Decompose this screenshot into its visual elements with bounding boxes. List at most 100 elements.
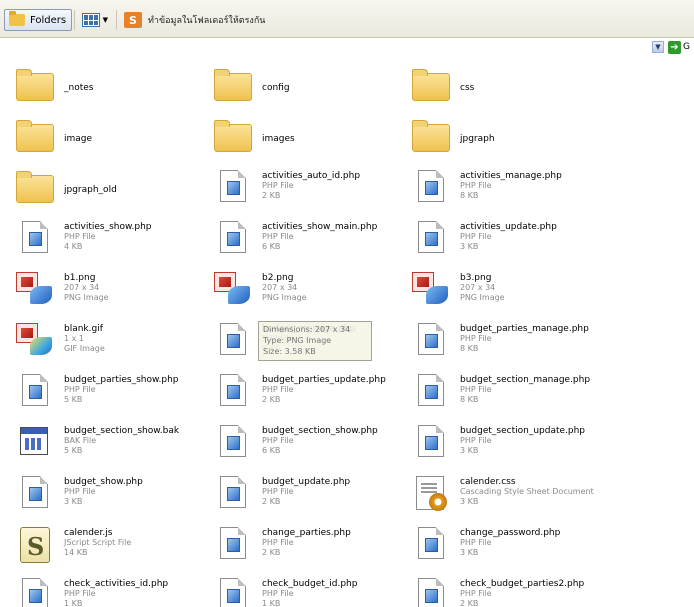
item-size: 2 KB xyxy=(262,395,281,404)
address-bar: ▼ ➔ G xyxy=(0,38,694,56)
views-button[interactable]: ▼ xyxy=(78,9,112,31)
file-item[interactable]: activities_manage.php PHP File 8 KB xyxy=(410,168,562,212)
item-name: jpgraph_old xyxy=(64,185,117,195)
item-size: 2 KB xyxy=(262,497,281,506)
item-icon-wrap xyxy=(410,168,454,212)
item-text: budget_parties_update.php PHP File 2 KB xyxy=(262,375,386,405)
sync-folders-label: ทำข้อมูลในโฟลเดอร์ให้ตรงกัน xyxy=(148,16,266,26)
file-item[interactable]: b2.png 207 x 34 PNG Image xyxy=(212,270,307,314)
item-size: PNG Image xyxy=(262,293,307,302)
png-image-icon xyxy=(412,272,450,306)
item-type: PHP File xyxy=(64,487,96,496)
item-icon-wrap xyxy=(212,168,256,212)
file-item[interactable]: budget_section_update.php PHP File 3 KB xyxy=(410,423,585,467)
item-type: PHP File xyxy=(64,385,96,394)
item-name: budget_parties_show.php xyxy=(64,375,179,385)
item-name: budget_section_show.php xyxy=(262,426,378,436)
item-text: _notes xyxy=(64,83,93,93)
folder-item[interactable]: config xyxy=(212,66,290,110)
file-item[interactable]: activities_update.php PHP File 3 KB xyxy=(410,219,557,263)
item-size: GIF Image xyxy=(64,344,105,353)
views-grid-icon xyxy=(82,13,100,27)
file-item[interactable]: activities_show_main.php PHP File 6 KB xyxy=(212,219,377,263)
item-size: 6 KB xyxy=(262,242,281,251)
php-file-icon xyxy=(220,425,246,457)
php-file-icon xyxy=(220,374,246,406)
item-text: config xyxy=(262,83,290,93)
item-size: 8 KB xyxy=(460,395,479,404)
file-item[interactable]: budget_section_manage.php PHP File 8 KB xyxy=(410,372,590,416)
file-item[interactable]: check_budget_id.php PHP File 1 KB xyxy=(212,576,357,607)
tooltip-size: Size: 3.58 KB xyxy=(263,347,316,356)
go-arrow-icon: ➔ xyxy=(668,40,681,54)
item-name: budget_update.php xyxy=(262,477,351,487)
go-button[interactable]: ➔ G xyxy=(668,40,694,54)
item-size: 8 KB xyxy=(460,344,479,353)
folder-item[interactable]: jpgraph_old xyxy=(14,168,117,212)
file-item[interactable]: budget_show.php PHP File 3 KB xyxy=(14,474,143,518)
item-text: budget_section_show.php PHP File 6 KB xyxy=(262,426,378,456)
item-name: b3.png xyxy=(460,273,492,283)
php-file-icon xyxy=(22,476,48,508)
item-icon-wrap xyxy=(410,372,454,416)
file-item[interactable]: activities_show.php PHP File 4 KB xyxy=(14,219,152,263)
folder-item[interactable]: image xyxy=(14,117,92,161)
folder-item[interactable]: images xyxy=(212,117,295,161)
file-item[interactable]: activities_auto_id.php PHP File 2 KB xyxy=(212,168,360,212)
address-dropdown-button[interactable]: ▼ xyxy=(652,41,664,53)
file-item[interactable]: b3.png 207 x 34 PNG Image xyxy=(410,270,505,314)
item-type: PHP File xyxy=(460,589,492,598)
item-text: images xyxy=(262,134,295,144)
item-text: jpgraph_old xyxy=(64,185,117,195)
item-size: 14 KB xyxy=(64,548,88,557)
item-icon-wrap xyxy=(410,576,454,607)
folders-button[interactable]: Folders xyxy=(4,9,72,31)
file-item[interactable]: budget_parties_update.php PHP File 2 KB xyxy=(212,372,386,416)
item-name: budget_section_show.bak xyxy=(64,426,180,436)
folder-item[interactable]: _notes xyxy=(14,66,93,110)
item-icon-wrap xyxy=(212,423,256,467)
item-type: Cascading Style Sheet Document xyxy=(460,487,594,496)
file-item[interactable]: change_password.php PHP File 3 KB xyxy=(410,525,560,569)
file-item[interactable]: check_budget_parties2.php PHP File 2 KB xyxy=(410,576,584,607)
item-icon-wrap xyxy=(14,168,58,212)
php-file-icon xyxy=(418,221,444,253)
php-file-icon xyxy=(220,527,246,559)
file-item[interactable]: budget_parties_manage.php PHP File 8 KB xyxy=(410,321,589,365)
item-icon-wrap xyxy=(14,372,58,416)
item-text: activities_manage.php PHP File 8 KB xyxy=(460,171,562,201)
file-item[interactable]: budget_section_show.bak BAK File 5 KB xyxy=(14,423,179,467)
item-text: activities_auto_id.php PHP File 2 KB xyxy=(262,171,360,201)
file-item[interactable]: calender.css Cascading Style Sheet Docume… xyxy=(410,474,594,518)
file-item[interactable]: b1.png 207 x 34 PNG Image xyxy=(14,270,109,314)
item-name: budget_parties_manage.php xyxy=(460,324,589,334)
file-item[interactable]: change_parties.php PHP File 2 KB xyxy=(212,525,351,569)
php-file-icon xyxy=(418,374,444,406)
item-name: activities_manage.php xyxy=(460,171,562,181)
file-item[interactable]: budget_update.php PHP File 2 KB xyxy=(212,474,350,518)
item-size: 2 KB xyxy=(460,599,479,607)
item-type: 207 x 34 xyxy=(64,283,100,292)
item-type: PHP File xyxy=(262,181,294,190)
tooltip-type: Type: PNG Image xyxy=(263,336,332,345)
file-item[interactable]: check_activities_id.php PHP File 1 KB xyxy=(14,576,168,607)
folder-icon xyxy=(16,120,54,152)
item-text: check_activities_id.php PHP File 1 KB xyxy=(64,579,168,607)
item-type: 207 x 34 xyxy=(460,283,496,292)
item-size: 1 KB xyxy=(64,599,83,607)
item-icon-wrap xyxy=(212,66,256,110)
item-name: jpgraph xyxy=(460,134,495,144)
file-item[interactable]: blank.gif 1 x 1 GIF Image xyxy=(14,321,105,365)
file-item[interactable]: budget_parties_show.php PHP File 5 KB xyxy=(14,372,179,416)
item-icon-wrap xyxy=(212,117,256,161)
php-file-icon xyxy=(220,323,246,355)
folder-item[interactable]: css xyxy=(410,66,474,110)
php-file-icon xyxy=(22,221,48,253)
sync-folders-button[interactable]: S ทำข้อมูลในโฟลเดอร์ให้ตรงกัน xyxy=(120,9,280,31)
folder-item[interactable]: jpgraph xyxy=(410,117,495,161)
file-item[interactable]: budget_section_show.php PHP File 6 KB xyxy=(212,423,378,467)
item-size: 3 KB xyxy=(460,446,479,455)
css-file-icon xyxy=(416,476,447,511)
php-file-icon xyxy=(22,578,48,607)
file-item[interactable]: calender.jsJScript Script File14 KB xyxy=(14,525,131,569)
